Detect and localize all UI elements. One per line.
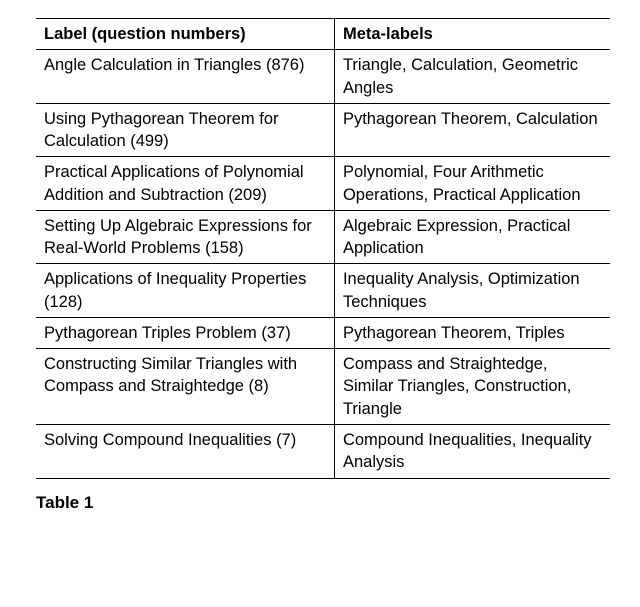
cell-meta-labels: Pythagorean Theorem, Triples — [334, 317, 610, 348]
cell-meta-labels: Inequality Analysis, Optimization Techni… — [334, 264, 610, 318]
table-caption: Table 1 — [36, 493, 610, 513]
cell-meta-labels: Algebraic Expression, Practical Applicat… — [334, 210, 610, 264]
cell-label: Using Pythagorean Theorem for Calculatio… — [36, 103, 334, 157]
cell-meta-labels: Triangle, Calculation, Geometric Angles — [334, 50, 610, 104]
cell-label: Setting Up Algebraic Expressions for Rea… — [36, 210, 334, 264]
cell-meta-labels: Pythagorean Theorem, Calculation — [334, 103, 610, 157]
cell-label: Constructing Similar Triangles with Comp… — [36, 349, 334, 425]
cell-label: Practical Applications of Polynomial Add… — [36, 157, 334, 211]
table-row: Applications of Inequality Properties (1… — [36, 264, 610, 318]
cell-label: Angle Calculation in Triangles (876) — [36, 50, 334, 104]
header-meta-labels: Meta-labels — [334, 19, 610, 50]
table-row: Pythagorean Triples Problem (37)Pythagor… — [36, 317, 610, 348]
cell-meta-labels: Compound Inequalities, Inequality Analys… — [334, 424, 610, 478]
cell-label: Solving Compound Inequalities (7) — [36, 424, 334, 478]
cell-label: Pythagorean Triples Problem (37) — [36, 317, 334, 348]
table-row: Constructing Similar Triangles with Comp… — [36, 349, 610, 425]
cell-meta-labels: Compass and Straightedge, Similar Triang… — [334, 349, 610, 425]
cell-label: Applications of Inequality Properties (1… — [36, 264, 334, 318]
table-row: Setting Up Algebraic Expressions for Rea… — [36, 210, 610, 264]
table-row: Solving Compound Inequalities (7)Compoun… — [36, 424, 610, 478]
table-row: Practical Applications of Polynomial Add… — [36, 157, 610, 211]
table-row: Using Pythagorean Theorem for Calculatio… — [36, 103, 610, 157]
table-row: Angle Calculation in Triangles (876)Tria… — [36, 50, 610, 104]
table-header-row: Label (question numbers) Meta-labels — [36, 19, 610, 50]
header-label: Label (question numbers) — [36, 19, 334, 50]
labels-table: Label (question numbers) Meta-labels Ang… — [36, 18, 610, 479]
cell-meta-labels: Polynomial, Four Arithmetic Operations, … — [334, 157, 610, 211]
